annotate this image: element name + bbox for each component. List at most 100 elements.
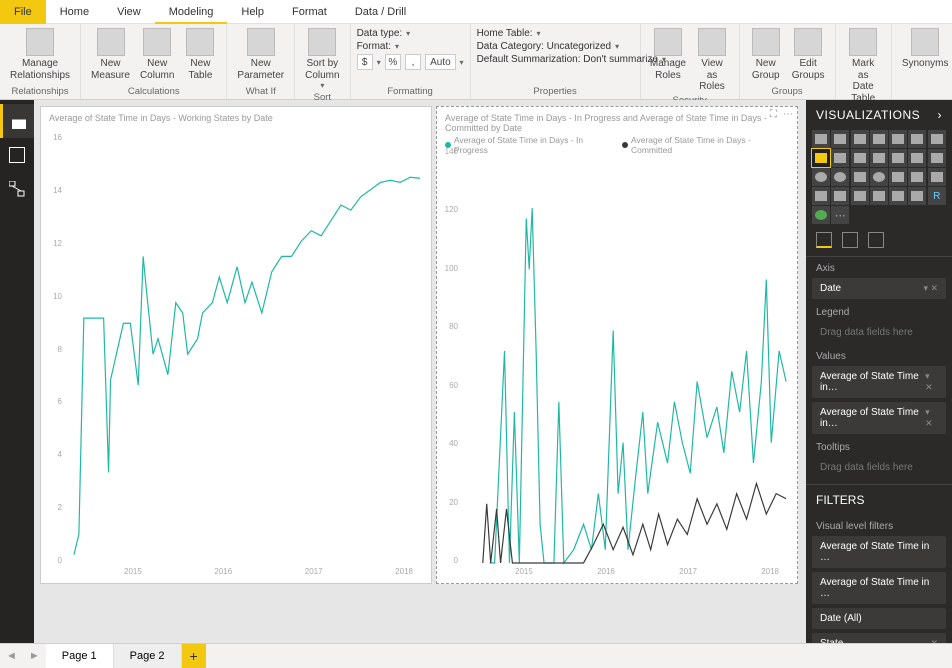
tab-view[interactable]: View [103,0,155,24]
viz-card[interactable] [812,187,830,205]
view-as-roles-button[interactable]: View as Roles [691,26,732,95]
chart-in-progress-committed[interactable]: ⛶ ⋯ Average of State Time in Days - In P… [436,106,798,584]
synonyms-button[interactable]: Synonyms [898,26,952,72]
chart1-plot [69,133,425,565]
report-canvas[interactable]: Average of State Time in Days - Working … [34,100,806,643]
chart1-yaxis: 1614121086420 [41,133,65,565]
tab-help[interactable]: Help [227,0,278,24]
home-table-dropdown[interactable]: Home Table:▾ [477,28,634,39]
format-dropdown[interactable]: Format:▾ [357,41,464,52]
viz-python[interactable] [812,206,830,224]
values-field-2[interactable]: Average of State Time in…▾ ✕ [812,402,946,434]
page-prev-button[interactable]: ◄ [0,650,23,662]
chart2-visual-header: ⛶ ⋯ [770,109,793,120]
viz-gauge[interactable] [928,168,946,186]
tab-modeling[interactable]: Modeling [155,0,228,24]
viz-clustered-column[interactable] [870,130,888,148]
chart-working-states[interactable]: Average of State Time in Days - Working … [40,106,432,584]
page-tab-1[interactable]: Page 1 [46,644,114,668]
currency-button[interactable]: $ [357,54,373,70]
chart2-plot [465,147,791,565]
viz-stacked-area[interactable] [831,149,849,167]
viz-line[interactable] [928,130,946,148]
remove-field-icon[interactable]: ▾ ✕ [925,371,938,393]
viz-stacked-column[interactable] [831,130,849,148]
viz-donut[interactable] [831,168,849,186]
viz-clustered-bar[interactable] [851,130,869,148]
tab-data-drill[interactable]: Data / Drill [341,0,420,24]
relationship-icon [9,181,25,197]
add-page-button[interactable]: + [182,644,206,668]
viz-map[interactable] [870,168,888,186]
viz-waterfall[interactable] [908,149,926,167]
viz-scatter[interactable] [928,149,946,167]
viz-line-clustered[interactable] [870,149,888,167]
data-type-dropdown[interactable]: Data type:▾ [357,28,464,39]
percent-button[interactable]: % [385,54,401,70]
group-calculations-label: Calculations [87,86,220,99]
clear-filter-icon[interactable]: ✕ [930,638,938,643]
remove-field-icon[interactable]: ▾ ✕ [923,283,938,294]
viz-treemap[interactable] [851,168,869,186]
manage-roles-button[interactable]: Manage Roles [647,26,690,83]
page-tab-2[interactable]: Page 2 [114,644,182,668]
viz-slicer[interactable] [870,187,888,205]
fields-tab-icon[interactable] [816,232,832,248]
model-view-button[interactable] [0,172,34,206]
report-view-button[interactable] [0,104,34,138]
viz-kpi[interactable] [851,187,869,205]
tooltips-dropzone[interactable]: Drag data fields here [812,457,946,478]
new-column-button[interactable]: New Column [136,26,178,83]
sort-by-column-button[interactable]: Sort by Column▾ [301,26,343,92]
page-next-button[interactable]: ► [23,650,46,662]
filter-avg2[interactable]: Average of State Time in … [812,572,946,604]
default-summarization-dropdown[interactable]: Default Summarization: Don't summarize▾ [477,54,634,65]
tab-file[interactable]: File [0,0,46,24]
viz-pie[interactable] [812,168,830,186]
legend-dropzone[interactable]: Drag data fields here [812,322,946,343]
viz-matrix[interactable] [908,187,926,205]
focus-mode-icon[interactable]: ⛶ [770,109,777,120]
tab-home[interactable]: Home [46,0,103,24]
chart1-title: Average of State Time in Days - Working … [41,107,431,125]
viz-r[interactable]: R [928,187,946,205]
analytics-tab-icon[interactable] [868,232,884,248]
comma-button[interactable]: , [405,54,421,70]
new-measure-button[interactable]: New Measure [87,26,134,83]
remove-field-icon[interactable]: ▾ ✕ [925,407,938,429]
new-group-button[interactable]: New Group [746,26,786,83]
filter-avg1[interactable]: Average of State Time in … [812,536,946,568]
filters-header[interactable]: FILTERS [806,484,952,515]
filter-state[interactable]: State✕ is In Progress or Com… [812,633,946,643]
viz-table[interactable] [889,187,907,205]
new-table-button[interactable]: New Table [180,26,220,83]
manage-relationships-button[interactable]: Manage Relationships [6,26,74,83]
viz-import[interactable]: ⋯ [831,206,849,224]
axis-field-date[interactable]: Date▾ ✕ [812,278,946,299]
tab-format[interactable]: Format [278,0,341,24]
format-tab-icon[interactable] [842,232,858,248]
data-category-dropdown[interactable]: Data Category: Uncategorized▾ [477,41,634,52]
filter-date[interactable]: Date (All) [812,608,946,629]
viz-100-bar[interactable] [889,130,907,148]
viz-line-stacked[interactable] [851,149,869,167]
viz-100-column[interactable] [908,130,926,148]
viz-stacked-bar[interactable] [812,130,830,148]
new-parameter-button[interactable]: New Parameter [233,26,288,83]
viz-multi-card[interactable] [831,187,849,205]
viz-funnel[interactable] [908,168,926,186]
chart2-yaxis: 140120100806040200 [437,147,461,565]
edit-groups-button[interactable]: Edit Groups [788,26,829,83]
viz-ribbon[interactable] [889,149,907,167]
left-nav [0,100,34,643]
data-view-button[interactable] [0,138,34,172]
visualizations-header[interactable]: VISUALIZATIONS› [806,100,952,130]
values-field-1[interactable]: Average of State Time in…▾ ✕ [812,366,946,398]
axis-label: Axis [806,257,952,276]
viz-area[interactable] [812,149,830,167]
decimals-auto[interactable]: Auto [425,54,455,70]
viz-filled-map[interactable] [889,168,907,186]
chart2-title: Average of State Time in Days - In Progr… [437,107,797,135]
chevron-right-icon: › [938,108,943,122]
more-options-icon[interactable]: ⋯ [783,109,793,120]
